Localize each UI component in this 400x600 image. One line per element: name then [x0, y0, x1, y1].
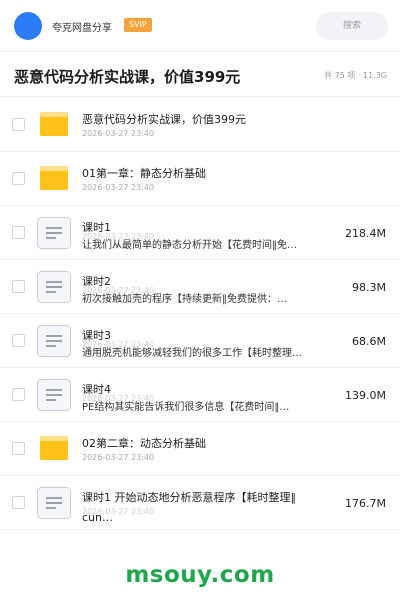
row-checkbox[interactable] — [12, 388, 25, 401]
folder-title-bar: 恶意代码分析实战课，价值399元 共 75 项 · 11.3G — [0, 53, 400, 97]
document-icon — [37, 271, 71, 303]
avatar[interactable] — [14, 12, 42, 40]
row-checkbox[interactable] — [12, 118, 25, 131]
item-description: PE结构其实能告诉我们很多信息【花费时间‖… — [82, 402, 290, 413]
row-checkbox[interactable] — [12, 280, 25, 293]
list-item[interactable]: 恶意代码分析实战课，价值399元 2026-03-27 23:40 — [0, 98, 400, 152]
item-size: 139.0M — [345, 389, 386, 402]
row-checkbox[interactable] — [12, 496, 25, 509]
folder-icon — [40, 166, 68, 190]
row-checkbox[interactable] — [12, 334, 25, 347]
item-size: 218.4M — [345, 227, 386, 240]
folder-icon — [40, 112, 68, 136]
item-name: 02第二章：动态分析基础 — [82, 437, 206, 450]
item-size: 98.3M — [352, 281, 386, 294]
item-description: 让我们从最简单的静态分析开始【花费时间‖免… — [82, 240, 297, 251]
list-item[interactable]: 02第二章：动态分析基础 2026-03-27 23:40 — [0, 422, 400, 476]
page-title: 恶意代码分析实战课，价值399元 — [14, 68, 241, 86]
watermark: msouy.com — [125, 562, 275, 588]
row-checkbox[interactable] — [12, 172, 25, 185]
list-item[interactable]: 01第一章：静态分析基础 2026-03-27 23:40 — [0, 152, 400, 206]
folder-icon — [40, 436, 68, 460]
document-icon — [37, 217, 71, 249]
list-item[interactable]: 课时1 开始动态地分析恶意程序【耗时整理‖ 2026-03-27 23:40 c… — [0, 476, 400, 530]
svip-badge: SVIP — [124, 18, 152, 32]
item-name: 恶意代码分析实战课，价值399元 — [82, 113, 246, 126]
search-input[interactable]: 搜索 — [316, 12, 388, 40]
document-icon — [37, 325, 71, 357]
document-icon — [37, 379, 71, 411]
item-date: 2026-03-27 23:40 — [82, 183, 155, 192]
item-name-continued: cun… — [82, 511, 113, 524]
item-size: 176.7M — [345, 497, 386, 510]
row-checkbox[interactable] — [12, 226, 25, 239]
item-date: 2026-03-27 23:40 — [82, 129, 155, 138]
document-icon — [37, 487, 71, 519]
item-description: 初次接触加壳的程序【持续更新‖免费提供：… — [82, 294, 287, 305]
list-item[interactable]: 课时1 2026-03-27 23:40 让我们从最简单的静态分析开始【花费时间… — [0, 206, 400, 260]
item-size: 68.6M — [352, 335, 386, 348]
list-item[interactable]: 课时2 2026-03-27 23:40 初次接触加壳的程序【持续更新‖免费提供… — [0, 260, 400, 314]
brand-name: 夸克网盘分享 — [52, 23, 112, 34]
item-date: 2026-03-27 23:40 — [82, 453, 155, 462]
item-description: 通用脱壳机能够减轻我们的很多工作【耗时整理… — [82, 348, 302, 359]
list-item[interactable]: 课时4 2026-03-27 23:40 PE结构其实能告诉我们很多信息【花费时… — [0, 368, 400, 422]
header: 夸克网盘分享 SVIP 搜索 — [0, 0, 400, 52]
share-page: 夸克网盘分享 SVIP 搜索 恶意代码分析实战课，价值399元 共 75 项 ·… — [0, 0, 400, 600]
row-checkbox[interactable] — [12, 442, 25, 455]
list-item[interactable]: 课时3 2026-03-27 23:40 通用脱壳机能够减轻我们的很多工作【耗时… — [0, 314, 400, 368]
folder-meta: 共 75 项 · 11.3G — [324, 71, 387, 80]
item-name: 01第一章：静态分析基础 — [82, 167, 206, 180]
item-name: 课时1 开始动态地分析恶意程序【耗时整理‖ — [82, 491, 296, 504]
